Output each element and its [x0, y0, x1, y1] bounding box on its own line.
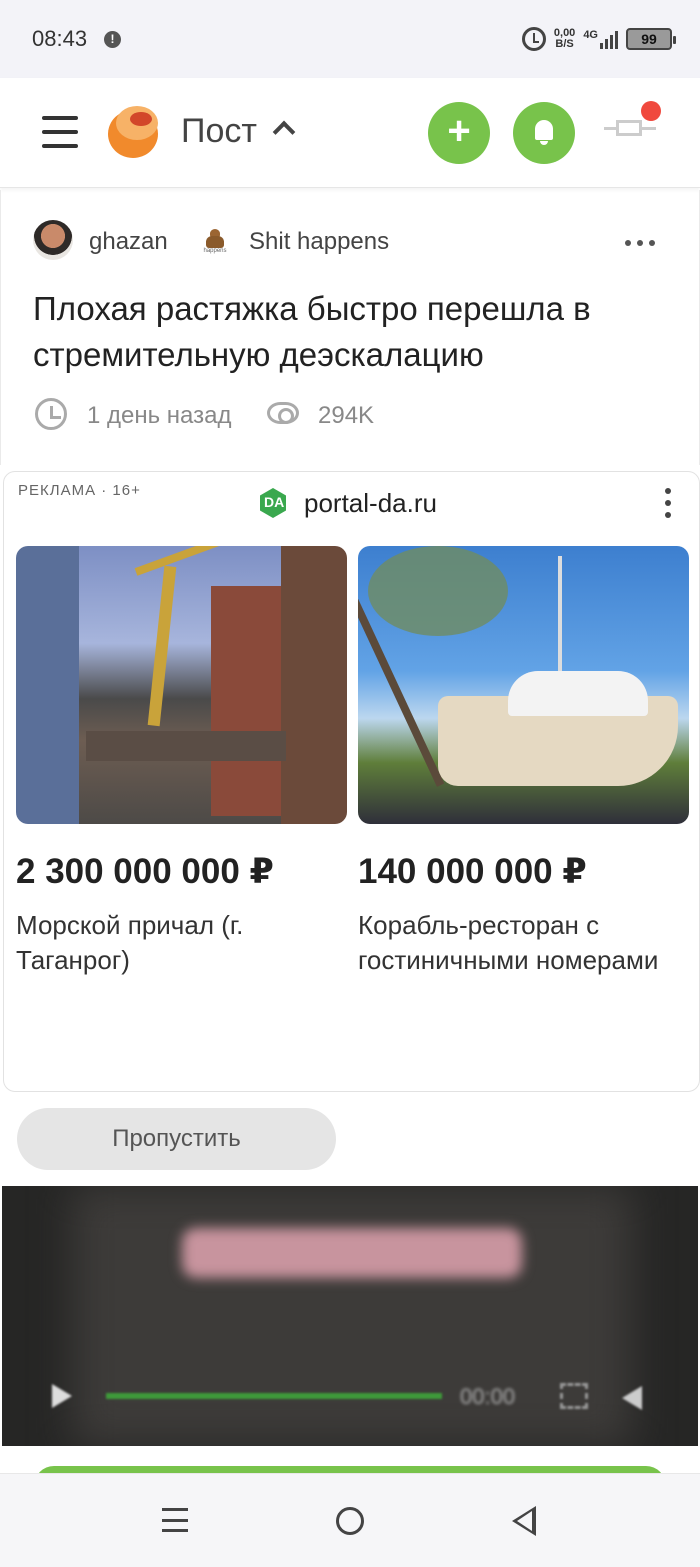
notifications-button[interactable]: [513, 102, 575, 164]
author-name[interactable]: ghazan: [89, 228, 168, 256]
net-speed-unit: B/S: [555, 38, 574, 50]
eye-icon: [267, 402, 299, 424]
alarm-icon: [521, 27, 546, 51]
alert-icon: !: [104, 31, 121, 48]
video-player[interactable]: 00:00: [2, 1186, 698, 1446]
system-nav-bar: [0, 1473, 700, 1567]
status-icons: 0,00 B/S 4G 99: [521, 24, 676, 54]
signal-icon: 4G: [583, 29, 618, 49]
app-logo-icon[interactable]: [106, 104, 162, 160]
home-icon[interactable]: [336, 1507, 364, 1535]
ad-image-pier[interactable]: [16, 546, 347, 824]
status-time: 08:43: [32, 26, 88, 51]
net-speed: 0,00 B/S: [554, 28, 575, 50]
page-title[interactable]: Пост: [181, 112, 257, 151]
recent-apps-icon[interactable]: [162, 1508, 188, 1532]
post-views: 294K: [318, 402, 375, 429]
post-title[interactable]: Плохая растяжка быстро перешла в стремит…: [33, 286, 663, 378]
video-caption: [182, 1228, 522, 1278]
advertiser-logo-icon: DA: [260, 488, 286, 518]
app-header: Пост +: [0, 78, 700, 188]
ad-image-ship[interactable]: [358, 546, 689, 824]
clock-icon: [35, 398, 67, 430]
post-card: ghazan happens Shit happens Плохая растя…: [0, 190, 700, 465]
fullscreen-icon[interactable]: [560, 1383, 588, 1409]
battery-icon: 99: [626, 28, 676, 50]
community-poop-icon[interactable]: happens: [200, 226, 230, 254]
notification-dot: [641, 101, 661, 121]
chevron-up-icon[interactable]: [272, 120, 296, 144]
author-avatar[interactable]: [33, 220, 73, 260]
ad-description: Морской причал (г. Таганрог): [16, 910, 244, 975]
add-post-button[interactable]: +: [428, 102, 490, 164]
advertiser-logo-text: DA: [264, 494, 285, 510]
network-type: 4G: [583, 29, 598, 41]
ad-price: 140 000 000 ₽: [358, 852, 587, 891]
volume-icon[interactable]: [622, 1386, 642, 1410]
ad-card-pier[interactable]: 2 300 000 000 ₽ Морской причал (г. Таган…: [16, 546, 347, 978]
skip-ad-button[interactable]: Пропустить: [17, 1108, 336, 1170]
ad-card-ship[interactable]: 140 000 000 ₽ Корабль-ресторан с гостини…: [358, 546, 689, 978]
community-icon-text: happens: [203, 248, 227, 254]
ad-options-icon[interactable]: [665, 488, 671, 518]
bell-icon: [535, 120, 553, 145]
back-icon[interactable]: [512, 1506, 536, 1536]
post-time: 1 день назад: [87, 402, 232, 429]
ad-domain[interactable]: portal-da.ru: [304, 488, 437, 519]
ad-block[interactable]: РЕКЛАМА · 16+ DA portal-da.ru 2 300 000 …: [3, 471, 700, 1092]
hamburger-menu-icon[interactable]: [42, 114, 78, 150]
ad-label: РЕКЛАМА · 16+: [18, 482, 141, 499]
ad-price: 2 300 000 000 ₽: [16, 852, 274, 891]
video-time: 00:00: [460, 1384, 516, 1409]
status-bar: 08:43 ! 0,00 B/S 4G 99: [0, 0, 700, 78]
community-name[interactable]: Shit happens: [249, 228, 389, 256]
play-icon[interactable]: [52, 1384, 72, 1408]
video-progress-bar[interactable]: [106, 1393, 442, 1399]
more-options-icon[interactable]: [625, 240, 655, 246]
ad-description: Корабль-ресторан с гостиничными номерами: [358, 910, 659, 975]
